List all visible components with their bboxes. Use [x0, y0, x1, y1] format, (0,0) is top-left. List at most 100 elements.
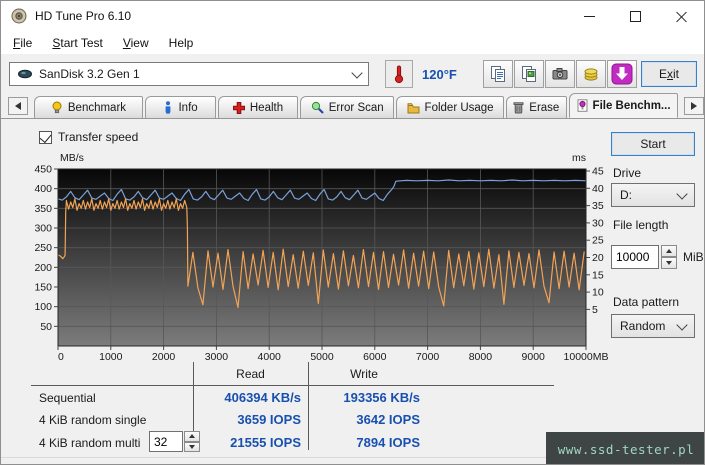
arrow-up-icon	[666, 249, 672, 253]
tab-benchmark[interactable]: Benchmark	[33, 96, 144, 118]
tab-label: Erase	[529, 101, 560, 114]
table-header-rule	[31, 385, 554, 386]
tab-error-scan[interactable]: Error Scan	[300, 96, 395, 118]
watermark: www.ssd-tester.pl	[546, 432, 704, 464]
svg-text:50: 50	[40, 321, 52, 333]
menu-view[interactable]: View	[113, 33, 159, 53]
svg-text:200: 200	[34, 262, 52, 274]
file-length-label: File length	[613, 218, 669, 232]
svg-text:0: 0	[58, 351, 64, 363]
svg-text:10: 10	[592, 287, 604, 299]
queue-depth-input[interactable]	[149, 431, 183, 452]
data-pattern-value: Random	[620, 319, 666, 333]
drive-select-value: D:	[620, 188, 632, 202]
svg-text:450: 450	[34, 164, 52, 176]
svg-text:ms: ms	[572, 152, 586, 164]
svg-text:10000MB: 10000MB	[564, 351, 609, 363]
row-label-sequential: Sequential	[39, 391, 96, 405]
arrow-right-icon	[691, 102, 698, 110]
file-benchmark-icon	[577, 99, 588, 112]
svg-text:30: 30	[592, 217, 604, 229]
device-select[interactable]: SanDisk 3.2 Gen 1	[9, 62, 369, 86]
thermometer-icon	[394, 65, 404, 84]
trash-icon	[513, 102, 524, 114]
checkbox-check-icon	[39, 130, 52, 144]
file-benchmark-panel: Transfer speed 450 400 350 300 250 200 150 100 5…	[1, 119, 704, 464]
file-length-input[interactable]	[611, 245, 659, 269]
svg-text:6000: 6000	[363, 351, 387, 363]
tab-label: Folder Usage	[424, 101, 494, 114]
drive-label: Drive	[613, 166, 642, 180]
svg-text:9000: 9000	[522, 351, 546, 363]
exit-button[interactable]: Ex it	[641, 61, 697, 87]
tab-label: Benchmark	[67, 101, 127, 114]
row-label-random-multi: 4 KiB random multi	[39, 436, 141, 450]
window-controls	[566, 1, 704, 31]
svg-text:2000: 2000	[152, 351, 176, 363]
svg-text:20: 20	[592, 252, 604, 264]
minimize-icon	[583, 15, 595, 17]
stepper-up-button[interactable]	[661, 245, 677, 257]
start-button[interactable]: Start	[611, 132, 695, 156]
minimize-button[interactable]	[566, 1, 612, 31]
svg-text:400: 400	[34, 183, 52, 195]
menu-bar: File Start Test View Help	[1, 31, 704, 54]
hd-tune-window: HD Tune Pro 6.10 File Start Test View He…	[0, 0, 705, 465]
file-length-unit: MiB	[683, 250, 704, 264]
tab-scroll-right-button[interactable]	[684, 97, 704, 115]
download-icon	[611, 63, 633, 85]
sequential-write-value: 193356 KB/s	[343, 390, 420, 405]
data-pattern-select[interactable]: Random	[611, 314, 695, 338]
copy-text-button[interactable]	[483, 60, 513, 88]
menu-file[interactable]: File	[3, 33, 42, 53]
data-pattern-label: Data pattern	[613, 295, 680, 309]
close-icon	[676, 11, 687, 22]
close-button[interactable]	[658, 1, 704, 31]
tab-health[interactable]: Health	[217, 96, 299, 118]
tab-info[interactable]: Info	[145, 96, 216, 118]
random-multi-write-value: 7894 IOPS	[356, 435, 420, 450]
arrow-left-icon	[14, 102, 21, 110]
svg-text:MB/s: MB/s	[60, 152, 84, 164]
screenshot-icon	[552, 68, 568, 80]
svg-text:40: 40	[592, 183, 604, 195]
temperature-button[interactable]	[385, 60, 413, 88]
tab-erase[interactable]: Erase	[505, 96, 567, 118]
download-button[interactable]	[607, 60, 637, 88]
svg-text:5: 5	[592, 304, 598, 316]
random-multi-read-value: 21555 IOPS	[230, 435, 301, 450]
save-results-icon	[584, 68, 598, 81]
transfer-speed-label: Transfer speed	[58, 130, 139, 144]
temperature-value: 120°F	[422, 67, 457, 82]
tab-label: Error Scan	[328, 101, 384, 114]
maximize-icon	[629, 10, 641, 22]
menu-help[interactable]: Help	[159, 33, 204, 53]
copy-image-button[interactable]	[514, 60, 544, 88]
save-results-button[interactable]	[576, 60, 606, 88]
svg-text:1000: 1000	[99, 351, 123, 363]
svg-text:45: 45	[592, 166, 604, 178]
tab-folder-usage[interactable]: Folder Usage	[396, 96, 504, 118]
file-length-stepper	[661, 245, 677, 269]
svg-text:250: 250	[34, 242, 52, 254]
tab-scroll-left-button[interactable]	[8, 97, 28, 115]
screenshot-button[interactable]	[545, 60, 575, 88]
lightbulb-icon	[52, 101, 62, 114]
stepper-down-button[interactable]	[661, 257, 677, 269]
maximize-button[interactable]	[612, 1, 658, 31]
exit-label: E	[658, 67, 667, 81]
drive-select[interactable]: D:	[611, 183, 695, 207]
health-cross-icon	[232, 101, 245, 114]
svg-text:8000: 8000	[469, 351, 493, 363]
tab-file-benchmark[interactable]: File Benchm...	[568, 93, 679, 118]
chevron-down-icon	[676, 187, 688, 200]
svg-text:150: 150	[34, 282, 52, 294]
app-disk-icon	[11, 8, 27, 24]
random-single-read-value: 3659 IOPS	[237, 412, 301, 427]
tab-bar: Benchmark Info Health Error Scan Folder …	[1, 93, 704, 119]
write-column-header: Write	[350, 367, 378, 381]
menu-start-test[interactable]: Start Test	[42, 33, 112, 53]
random-single-write-value: 3642 IOPS	[356, 412, 420, 427]
svg-text:350: 350	[34, 203, 52, 215]
transfer-speed-checkbox[interactable]: Transfer speed	[39, 130, 138, 144]
